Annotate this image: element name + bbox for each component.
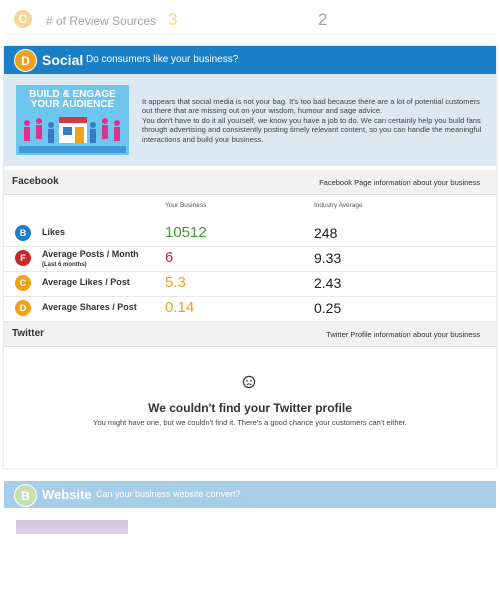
- metric-label: Likes: [42, 227, 66, 237]
- social-card: D Social Do consumers like your business…: [4, 46, 496, 468]
- grade-badge: C: [14, 10, 32, 28]
- metric-row-posts-per-month: F Average Posts / Month (Last 6 months) …: [4, 246, 496, 272]
- metric-sublabel: (Last 6 months): [42, 262, 87, 268]
- grade-badge: F: [15, 250, 31, 266]
- facebook-title: Facebook: [12, 176, 59, 187]
- build-engage-banner: BUILD & ENGAGE YOUR AUDIENCE: [16, 85, 129, 155]
- review-sources-row: C # of Review Sources 3 2: [4, 0, 496, 35]
- social-grade-badge: D: [14, 49, 37, 72]
- metric-label: Average Posts / Month: [42, 249, 139, 259]
- intro-paragraph-1: It appears that social media is not your…: [142, 97, 480, 116]
- column-your-business: Your Business: [165, 202, 207, 209]
- social-header[interactable]: D Social Do consumers like your business…: [4, 46, 496, 74]
- your-business-value: 10512: [165, 224, 207, 241]
- metric-label: Average Likes / Post: [42, 277, 130, 287]
- grade-badge: B: [15, 225, 31, 241]
- banner-line-2: YOUR AUDIENCE: [30, 99, 115, 110]
- twitter-empty-title: We couldn't find your Twitter profile: [148, 401, 352, 415]
- your-business-value: 0.14: [165, 299, 195, 316]
- industry-average-value: 2: [318, 10, 328, 29]
- industry-average-value: 248: [314, 225, 338, 241]
- column-industry-average: Industry Average: [314, 202, 363, 209]
- sad-face-icon: [242, 375, 256, 389]
- twitter-empty-text: You might have one, but we couldn't find…: [93, 418, 407, 427]
- your-business-value: 5.3: [165, 274, 186, 291]
- metric-label: # of Review Sources: [46, 14, 157, 28]
- crowd-illustration: [19, 117, 126, 153]
- website-grade-badge: B: [14, 484, 37, 507]
- industry-average-value: 9.33: [314, 250, 342, 266]
- grade-badge: C: [15, 275, 31, 291]
- social-intro-text: It appears that social media is not your…: [142, 97, 487, 144]
- website-title: Website: [42, 487, 92, 502]
- intro-paragraph-2: You don't have to do it all yourself, we…: [142, 115, 482, 144]
- website-subtitle: Can your business website convert?: [96, 489, 241, 499]
- website-header[interactable]: B Website Can your business website conv…: [4, 481, 496, 508]
- metric-row-likes: B Likes 10512 248: [4, 221, 496, 247]
- social-title: Social: [42, 52, 84, 68]
- grade-badge: D: [15, 300, 31, 316]
- facebook-section-header: Facebook Facebook Page information about…: [4, 170, 496, 195]
- industry-average-value: 2.43: [314, 275, 342, 291]
- twitter-info: Twitter Profile information about your b…: [326, 330, 480, 339]
- metric-row-likes-per-post: C Average Likes / Post 5.3 2.43: [4, 271, 496, 297]
- social-intro: BUILD & ENGAGE YOUR AUDIENCE It appears …: [4, 74, 496, 166]
- your-business-value: 3: [168, 10, 178, 29]
- twitter-section-header: Twitter Twitter Profile information abou…: [4, 322, 496, 347]
- social-subtitle: Do consumers like your business?: [86, 54, 239, 65]
- your-business-value: 6: [165, 249, 174, 266]
- bottom-fade: [0, 520, 500, 605]
- metric-label: Average Shares / Post: [42, 302, 137, 312]
- facebook-info: Facebook Page information about your bus…: [319, 178, 480, 187]
- twitter-title: Twitter: [12, 328, 45, 339]
- metric-row-shares-per-post: D Average Shares / Post 0.14 0.25: [4, 296, 496, 322]
- industry-average-value: 0.25: [314, 300, 342, 316]
